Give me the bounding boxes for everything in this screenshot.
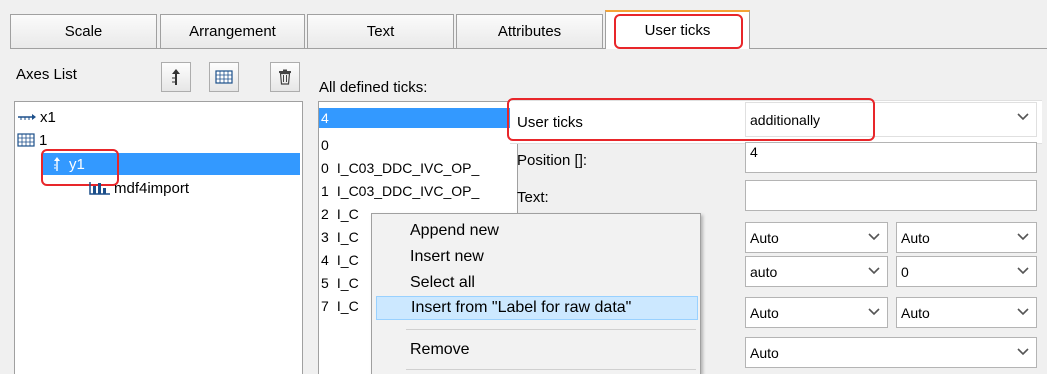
tab-label: Text	[366, 23, 395, 40]
property-select[interactable]: Auto	[745, 222, 888, 253]
list-item[interactable]: 4	[321, 108, 333, 128]
chevron-down-icon	[1017, 348, 1029, 356]
grid-icon	[215, 70, 233, 84]
position-label: Position []:	[517, 152, 588, 169]
tick-text: I_C	[336, 229, 359, 245]
delete-axis-button[interactable]	[270, 62, 300, 92]
chevron-down-icon	[1017, 267, 1029, 275]
tick-index: 5	[321, 275, 329, 291]
tree-item-label: x1	[40, 108, 56, 126]
tree-item-label: 1	[39, 131, 48, 149]
tick-text: I_C	[336, 298, 359, 314]
menu-item-label: Remove	[410, 341, 470, 358]
tick-text: I_C	[336, 206, 359, 222]
context-menu: Append new Insert new Select all Insert …	[371, 213, 701, 374]
text-input[interactable]	[745, 180, 1037, 211]
list-item[interactable]: 2 I_C	[321, 204, 359, 224]
chevron-down-icon	[868, 267, 880, 275]
tick-index: 4	[321, 252, 329, 268]
select-value: Auto	[901, 229, 930, 246]
select-value: 0	[901, 263, 909, 280]
select-value: auto	[750, 263, 778, 280]
tree-item-x1[interactable]: x1	[17, 106, 56, 128]
menu-item-label: Insert from "Label for raw data"	[411, 299, 632, 316]
tab-scale[interactable]: Scale	[10, 14, 157, 48]
tick-text: I_C03_DDC_IVC_OP_	[336, 183, 480, 199]
list-item[interactable]: 4 I_C	[321, 250, 359, 270]
position-input[interactable]: 4	[745, 142, 1037, 173]
menu-item-remove[interactable]: Remove	[376, 338, 698, 362]
chevron-down-icon	[868, 308, 880, 316]
tree-item-grid[interactable]: 1	[17, 129, 47, 151]
new-axis-button[interactable]	[161, 62, 191, 92]
ticks-selection	[319, 108, 517, 128]
select-value: Auto	[750, 229, 779, 246]
tab-bar-divider	[10, 48, 1047, 49]
text-label: Text:	[517, 189, 549, 206]
menu-item-select-all[interactable]: Select all	[376, 271, 698, 295]
menu-item-label: Append new	[410, 222, 499, 239]
tick-index: 2	[321, 206, 329, 222]
tab-label: Attributes	[497, 23, 562, 40]
menu-separator	[406, 369, 696, 370]
grid-icon	[17, 132, 35, 147]
tick-index: 7	[321, 298, 329, 314]
x-axis-icon	[18, 114, 36, 120]
property-select[interactable]: Auto	[896, 297, 1037, 328]
list-item[interactable]: 0	[321, 135, 333, 155]
list-item[interactable]: 0 I_C03_DDC_IVC_OP_	[321, 158, 479, 178]
highlight-outline	[507, 98, 875, 141]
property-select[interactable]: Auto	[896, 222, 1037, 253]
list-item[interactable]: 1 I_C03_DDC_IVC_OP_	[321, 181, 479, 201]
axes-list-title: Axes List	[16, 66, 77, 83]
position-value: 4	[750, 143, 758, 160]
list-item[interactable]: 7 I_C	[321, 296, 359, 316]
tab-label: Arrangement	[189, 23, 276, 40]
tick-text: I_C	[336, 252, 359, 268]
list-item[interactable]: 5 I_C	[321, 273, 359, 293]
tab-arrangement[interactable]: Arrangement	[160, 14, 305, 48]
axes-tree[interactable]: x1 1 y1 mdf4import	[14, 101, 303, 374]
select-value: Auto	[750, 344, 779, 361]
chevron-down-icon	[1017, 308, 1029, 316]
tick-index: 3	[321, 229, 329, 245]
property-select[interactable]: 0	[896, 256, 1037, 287]
trash-icon	[279, 69, 291, 85]
axis-arrow-icon	[172, 69, 180, 85]
select-value: Auto	[750, 304, 779, 321]
chevron-down-icon	[1017, 233, 1029, 241]
menu-item-label: Insert new	[410, 248, 484, 265]
ticks-list-title: All defined ticks:	[319, 79, 428, 96]
list-item[interactable]: 3 I_C	[321, 227, 359, 247]
tick-index: 0	[321, 137, 329, 153]
tab-label: Scale	[64, 23, 103, 40]
tick-text: I_C	[336, 275, 359, 291]
tab-text[interactable]: Text	[307, 14, 454, 48]
chart-icon	[89, 182, 110, 195]
tick-text: I_C03_DDC_IVC_OP_	[336, 160, 480, 176]
add-grid-button[interactable]	[209, 62, 239, 92]
chevron-down-icon	[868, 233, 880, 241]
property-select[interactable]: Auto	[745, 297, 888, 328]
select-value: Auto	[901, 304, 930, 321]
tick-index: 1	[321, 183, 329, 199]
property-select[interactable]: Auto	[745, 337, 1037, 368]
menu-item-append-new[interactable]: Append new	[376, 219, 698, 243]
menu-separator	[406, 329, 696, 330]
tab-attributes[interactable]: Attributes	[456, 14, 603, 48]
highlight-outline	[614, 14, 743, 49]
menu-item-insert-new[interactable]: Insert new	[376, 245, 698, 269]
tick-index: 0	[321, 160, 329, 176]
menu-item-label: Select all	[410, 274, 475, 291]
tree-item-label: mdf4import	[114, 179, 190, 197]
chevron-down-icon	[1017, 113, 1029, 121]
menu-item-insert-from-label[interactable]: Insert from "Label for raw data"	[376, 296, 698, 320]
property-select[interactable]: auto	[745, 256, 888, 287]
tree-item-mdf4import[interactable]: mdf4import	[89, 177, 189, 199]
tick-index: 4	[321, 110, 329, 126]
